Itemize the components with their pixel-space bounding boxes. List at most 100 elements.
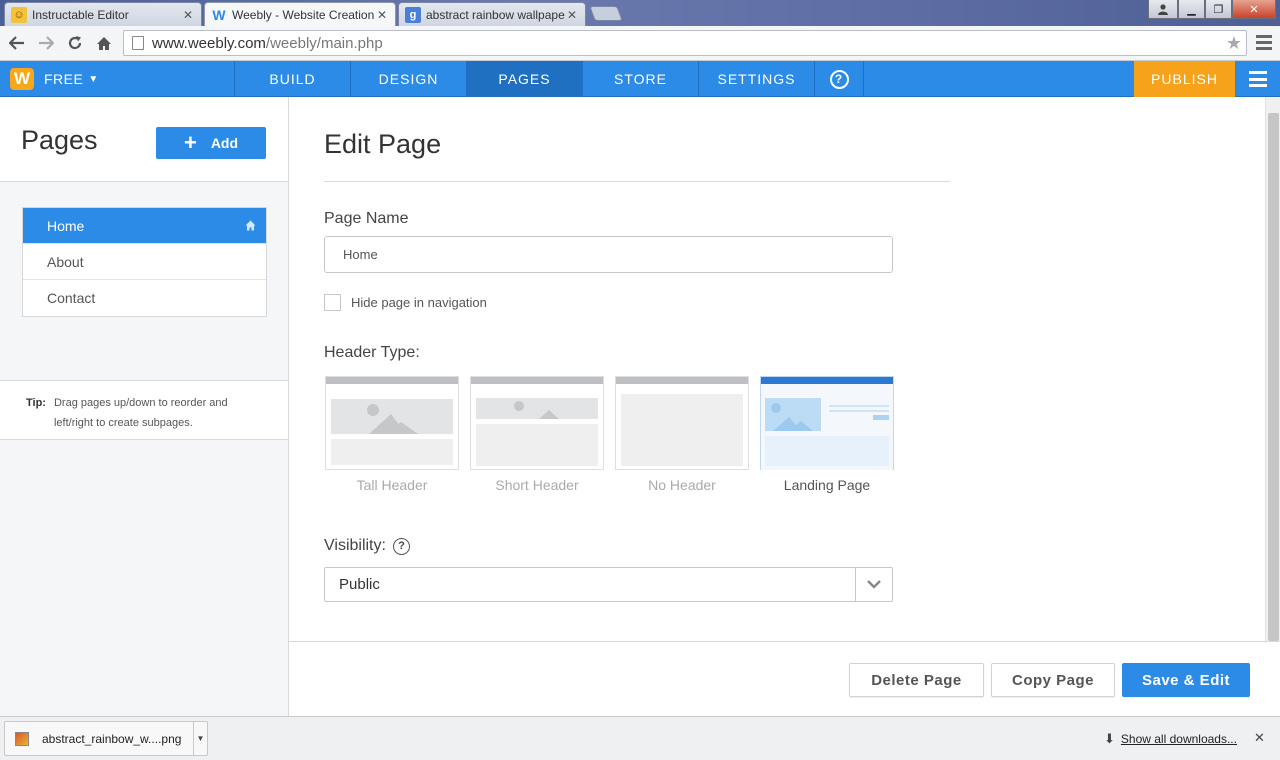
image-placeholder-icon <box>331 399 453 465</box>
reload-icon[interactable] <box>64 32 86 54</box>
browser-tab-weebly[interactable]: W Weebly - Website Creation ✕ <box>204 2 396 27</box>
edit-page-footer: Delete Page Copy Page Save & Edit <box>289 641 1280 716</box>
header-option-landing[interactable]: Landing Page <box>760 376 894 493</box>
landing-page-icon <box>761 384 893 470</box>
bookmark-star-icon[interactable]: ★ <box>1226 33 1242 54</box>
restore-icon[interactable]: ❐ <box>1205 0 1232 19</box>
weebly-logo-icon[interactable]: W <box>10 68 34 90</box>
chrome-menu-icon[interactable] <box>1256 35 1272 53</box>
page-name-input[interactable]: Home <box>324 236 893 273</box>
header-option-label: Landing Page <box>783 477 871 493</box>
tab-title: abstract rainbow wallpaper <box>426 7 565 22</box>
visibility-row: Visibility: ? <box>324 537 410 555</box>
nav-design[interactable]: DESIGN <box>350 61 466 97</box>
hide-nav-checkbox[interactable] <box>324 294 341 311</box>
robot-icon: ☺ <box>11 6 27 23</box>
show-all-downloads[interactable]: ⬇ Show all downloads... <box>1104 731 1237 747</box>
window-controls: ▁ ❐ ✕ <box>1148 0 1276 19</box>
sidebar-title: Pages <box>21 125 98 155</box>
chevron-down-icon[interactable]: ▼ <box>193 722 207 755</box>
browser-tab-instructables[interactable]: ☺ Instructable Editor ✕ <box>4 2 202 26</box>
page-item-label: Contact <box>47 290 96 306</box>
header-type-options: Tall Header Short Header No Header Landi… <box>325 376 905 493</box>
header-option-label: Tall Header <box>356 477 428 493</box>
weebly-icon: W <box>212 7 226 23</box>
plan-label: FREE <box>44 71 84 87</box>
page-name-label: Page Name <box>324 210 409 227</box>
sidebar-header: Pages + Add <box>0 97 288 182</box>
help-icon: ? <box>829 69 849 89</box>
close-icon[interactable]: ✕ <box>565 8 579 22</box>
nav-store[interactable]: STORE <box>582 61 698 97</box>
publish-button[interactable]: PUBLISH <box>1134 61 1235 97</box>
url-text[interactable]: www.weebly.com/weebly/main.php <box>152 35 383 52</box>
new-tab-button[interactable] <box>589 6 623 21</box>
blank-page-icon <box>621 394 743 466</box>
help-button[interactable]: ? <box>814 61 864 97</box>
page-title: Edit Page <box>324 129 442 159</box>
question-icon[interactable]: ? <box>392 537 410 555</box>
vertical-scrollbar[interactable] <box>1265 97 1280 642</box>
weebly-top-bar: W FREE ▼ BUILD DESIGN PAGES STORE SETTIN… <box>0 61 1280 97</box>
close-icon[interactable]: ✕ <box>375 8 389 22</box>
user-icon[interactable] <box>1148 0 1178 19</box>
header-option-short[interactable]: Short Header <box>470 376 604 493</box>
image-placeholder-icon <box>476 398 598 466</box>
visibility-select[interactable]: Public <box>324 567 893 602</box>
back-icon[interactable] <box>6 32 28 54</box>
save-edit-button[interactable]: Save & Edit <box>1122 663 1250 697</box>
header-option-tall[interactable]: Tall Header <box>325 376 459 493</box>
header-thumbnail <box>615 376 749 470</box>
browser-toolbar: www.weebly.com/weebly/main.php ★ <box>0 26 1280 61</box>
chevron-down-icon: ▼ <box>88 73 99 85</box>
nav-build[interactable]: BUILD <box>234 61 350 97</box>
add-label: Add <box>210 135 239 151</box>
header-option-none[interactable]: No Header <box>615 376 749 493</box>
add-page-button[interactable]: + Add <box>156 127 266 159</box>
download-bar: abstract_rainbow_w....png ▼ ⬇ Show all d… <box>0 716 1280 760</box>
visibility-value: Public <box>339 576 380 593</box>
title-divider <box>324 181 950 182</box>
browser-tab-strip: ☺ Instructable Editor ✕ W Weebly - Websi… <box>0 0 1280 27</box>
page-icon <box>132 36 144 50</box>
sidebar-tip: Tip: Drag pages up/down to reorder and l… <box>0 380 288 440</box>
home-icon[interactable] <box>93 32 115 54</box>
nav-pages[interactable]: PAGES <box>466 61 582 97</box>
minimize-icon[interactable]: ▁ <box>1178 0 1205 19</box>
tip-label: Tip: <box>26 397 46 409</box>
home-page-icon <box>245 220 256 231</box>
scrollbar-thumb[interactable] <box>1268 113 1279 641</box>
header-thumbnail <box>470 376 604 470</box>
visibility-label: Visibility: <box>324 537 386 554</box>
header-thumbnail <box>760 376 894 470</box>
close-icon[interactable]: ✕ <box>181 8 195 22</box>
chevron-down-icon[interactable] <box>855 568 892 601</box>
page-item-about[interactable]: About <box>23 244 266 280</box>
delete-page-button[interactable]: Delete Page <box>849 663 984 697</box>
copy-page-button[interactable]: Copy Page <box>991 663 1115 697</box>
download-item[interactable]: abstract_rainbow_w....png ▼ <box>4 721 208 756</box>
page-item-contact[interactable]: Contact <box>23 280 266 316</box>
plus-icon: + <box>183 130 197 155</box>
hide-nav-label: Hide page in navigation <box>351 295 487 310</box>
tab-title: Instructable Editor <box>32 7 129 22</box>
page-item-home[interactable]: Home <box>23 208 266 244</box>
page-item-label: Home <box>47 217 85 234</box>
address-bar[interactable]: www.weebly.com/weebly/main.php ★ <box>123 30 1247 56</box>
header-type-label: Header Type: <box>324 344 420 361</box>
hide-nav-row: Hide page in navigation <box>324 294 487 311</box>
hamburger-menu-icon[interactable] <box>1240 70 1276 88</box>
window-close-icon[interactable]: ✕ <box>1232 0 1276 19</box>
nav-settings[interactable]: SETTINGS <box>698 61 814 97</box>
close-icon[interactable]: ✕ <box>1254 730 1265 746</box>
show-all-link[interactable]: Show all downloads... <box>1121 732 1237 746</box>
plan-dropdown[interactable]: FREE ▼ <box>44 61 99 97</box>
forward-icon[interactable] <box>35 32 57 54</box>
url-path: /weebly/main.php <box>265 34 383 52</box>
tip-text: Drag pages up/down to reorder and left/r… <box>53 397 228 429</box>
image-file-icon <box>15 731 29 746</box>
url-host: www.weebly.com <box>152 34 266 52</box>
header-option-label: Short Header <box>495 477 579 493</box>
browser-tab-google[interactable]: g abstract rainbow wallpaper ✕ <box>398 2 586 26</box>
tab-title: Weebly - Website Creation <box>232 8 375 22</box>
